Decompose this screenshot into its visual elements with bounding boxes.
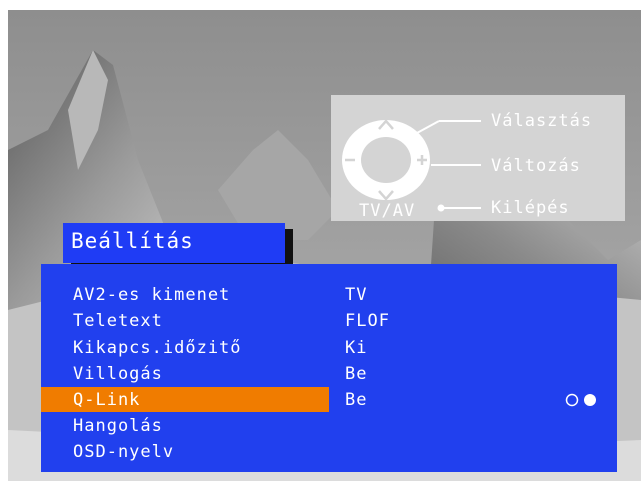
menu-item-value: Be — [345, 364, 368, 384]
menu-item-value: TV — [345, 285, 368, 305]
menu-item-value: Be — [345, 390, 368, 410]
menu-item-label: Hangolás — [73, 416, 163, 436]
menu-item-label: Q-Link — [73, 390, 141, 410]
menu-item-label: Villogás — [73, 364, 163, 384]
menu-item-label: Teletext — [73, 311, 163, 331]
menu-item-q-link[interactable]: Q-Link Be — [41, 387, 617, 412]
menu-item-osd-language[interactable]: OSD-nyelv — [41, 439, 617, 464]
menu-item-label: AV2-es kimenet — [73, 285, 231, 305]
tvav-label: TV/AV — [359, 201, 416, 221]
change-label: Változás — [491, 156, 581, 176]
page-indicator-dots — [565, 393, 596, 407]
menu-item-sleep-timer[interactable]: Kikapcs.időzitő Ki — [41, 335, 617, 360]
menu-item-label: Kikapcs.időzitő — [73, 338, 242, 358]
menu-item-value: FLOF — [345, 311, 390, 331]
settings-menu: AV2-es kimenet TV Teletext FLOF Kikapcs.… — [41, 264, 617, 472]
menu-item-value: Ki — [345, 338, 368, 358]
tv-screen: Választás Változás Kilépés TV/AV Beállít… — [8, 10, 641, 481]
remote-help-panel: Választás Változás Kilépés TV/AV — [331, 95, 625, 221]
menu-item-av2-output[interactable]: AV2-es kimenet TV — [41, 282, 617, 307]
menu-title: Beállítás — [71, 229, 194, 253]
menu-title-box: Beállítás — [63, 223, 285, 263]
select-label: Választás — [491, 111, 593, 131]
menu-item-teletext[interactable]: Teletext FLOF — [41, 308, 617, 333]
exit-label: Kilépés — [491, 198, 570, 218]
menu-item-label: OSD-nyelv — [73, 442, 175, 462]
menu-item-tuning[interactable]: Hangolás — [41, 413, 617, 438]
menu-item-blinking[interactable]: Villogás Be — [41, 361, 617, 386]
